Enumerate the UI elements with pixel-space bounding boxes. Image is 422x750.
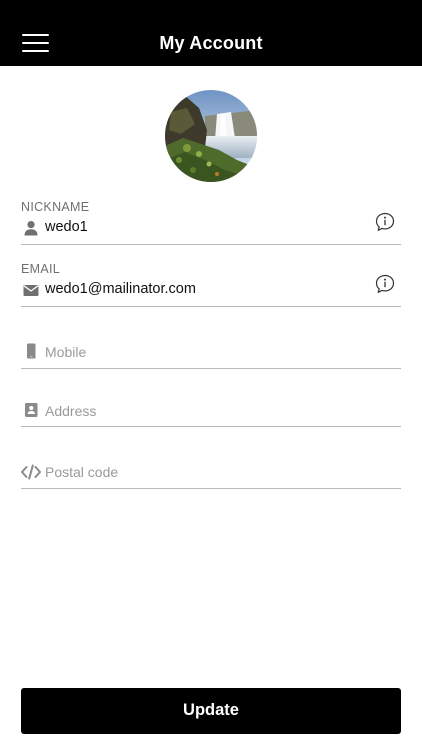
postal-code-field[interactable]: Postal code <box>21 460 401 489</box>
address-input[interactable]: Address <box>45 403 96 419</box>
email-label: EMAIL <box>21 262 61 276</box>
address-book-icon <box>23 402 39 418</box>
info-bubble-icon[interactable] <box>375 274 395 294</box>
profile-avatar[interactable] <box>165 90 257 182</box>
update-button[interactable]: Update <box>21 688 401 734</box>
postal-code-input[interactable]: Postal code <box>45 464 118 480</box>
nickname-label: NICKNAME <box>21 200 90 214</box>
page-title: My Account <box>159 33 263 53</box>
nickname-input[interactable]: wedo1 <box>45 219 88 235</box>
code-icon <box>21 464 41 480</box>
mobile-input[interactable]: Mobile <box>45 344 86 360</box>
info-bubble-icon[interactable] <box>375 212 395 232</box>
nickname-field[interactable]: NICKNAME wedo1 <box>21 198 401 245</box>
email-input[interactable]: wedo1@mailinator.com <box>45 281 196 297</box>
phone-icon <box>23 343 39 359</box>
address-field[interactable]: Address <box>21 398 401 427</box>
mobile-field[interactable]: Mobile <box>21 338 401 369</box>
person-icon <box>23 220 39 236</box>
email-field[interactable]: EMAIL wedo1@mailinator.com <box>21 260 401 307</box>
envelope-icon <box>23 282 39 298</box>
app-header: My Account <box>0 0 422 66</box>
